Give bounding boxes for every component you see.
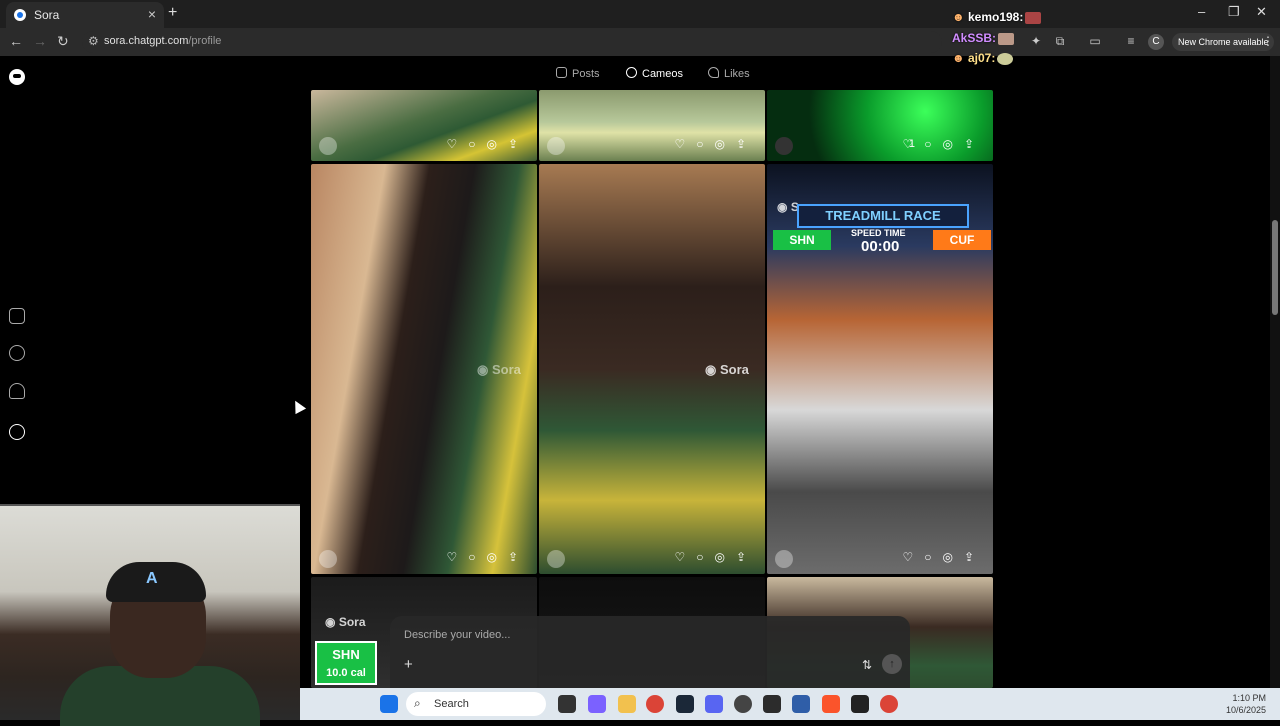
video-tile[interactable]: ♡○◎⇪ — [311, 90, 537, 161]
webcam-overlay: A — [0, 504, 300, 726]
folder-icon[interactable] — [618, 695, 636, 713]
sora-watermark: Sora — [705, 362, 749, 378]
emote-icon — [998, 32, 1015, 45]
terminal-icon[interactable] — [792, 695, 810, 713]
copilot-icon[interactable] — [588, 695, 606, 713]
tab-cameos[interactable]: Cameos — [626, 67, 683, 80]
steam-icon[interactable] — [676, 695, 694, 713]
sora-logo-icon[interactable] — [9, 69, 25, 85]
brave-icon[interactable] — [822, 695, 840, 713]
profile-tabs: Posts Cameos Likes — [550, 62, 760, 86]
cameo-icon — [626, 67, 637, 78]
tile-actions[interactable]: ♡○◎⇪ — [674, 550, 757, 564]
info-icon[interactable] — [851, 695, 869, 713]
video-tile[interactable]: ♡○◎⇪ — [539, 90, 765, 161]
notifications-bell-icon[interactable] — [9, 383, 25, 399]
chat-message: AkSSB: — [952, 31, 1015, 45]
emote-icon — [997, 52, 1014, 65]
avatar[interactable] — [547, 137, 565, 155]
treadmill-right-label: CUF — [933, 230, 991, 250]
avatar[interactable] — [775, 550, 793, 568]
extensions-puzzle-icon[interactable]: ⧉ — [1053, 34, 1067, 48]
minimize-button[interactable]: – — [1198, 4, 1205, 19]
avatar[interactable] — [319, 137, 337, 155]
taskbar-search[interactable]: ⌕ Search — [406, 692, 546, 716]
feed-icon[interactable] — [9, 308, 25, 324]
tile-actions[interactable]: ♡○◎⇪ — [446, 137, 529, 151]
chat-user: aj07: — [967, 51, 996, 65]
settings-sliders-icon[interactable]: ⇅ — [862, 658, 872, 672]
tile-actions[interactable]: ♡○◎⇪ — [902, 550, 985, 564]
chat-user: AkSSB: — [952, 31, 997, 45]
sora-watermark: Sora — [477, 362, 521, 378]
app-icon[interactable] — [763, 695, 781, 713]
prompt-composer[interactable]: Describe your video... + ⇅ ↑ — [390, 616, 910, 688]
treadmill-left-label: SHN — [773, 230, 831, 250]
treadmill-time: 00:00 — [861, 238, 900, 255]
chrome-icon[interactable] — [646, 695, 664, 713]
site-info-icon[interactable]: ⚙ — [88, 34, 99, 48]
treadmill-labels: SPEED TIME — [851, 228, 906, 238]
avatar[interactable] — [775, 137, 793, 155]
search-icon: ⌕ — [414, 696, 421, 710]
close-window-button[interactable]: ✕ — [1256, 4, 1267, 20]
tab-likes[interactable]: Likes — [708, 67, 750, 80]
avatar[interactable] — [319, 550, 337, 568]
add-attachment-button[interactable]: + — [404, 656, 413, 673]
treadmill-race-title: TREADMILL RACE — [797, 204, 969, 228]
forward-icon[interactable]: → — [33, 33, 47, 49]
send-button[interactable]: ↑ — [882, 654, 902, 674]
media-icon[interactable]: ≡ — [1124, 34, 1138, 48]
cap-logo-icon: A — [146, 570, 158, 587]
profile-icon[interactable] — [9, 424, 25, 440]
video-tile[interactable]: Sora TREADMILL RACE SHN SPEED TIME 00:00… — [767, 164, 993, 574]
tile-actions[interactable]: ♡○◎⇪ — [902, 137, 985, 151]
new-tab-button[interactable]: + — [168, 4, 177, 22]
obs-icon[interactable] — [734, 695, 752, 713]
back-icon[interactable]: ← — [9, 33, 23, 49]
browser-tab[interactable]: Sora × — [6, 2, 164, 28]
tab-close-icon[interactable]: × — [148, 6, 156, 22]
chat-message: ☻ kemo198: — [952, 10, 1042, 24]
video-tile[interactable]: Sora ♡○◎⇪ — [311, 164, 537, 574]
extension-icon[interactable]: ✦ — [1029, 34, 1043, 48]
search-icon[interactable] — [9, 345, 25, 361]
windows-start-icon[interactable] — [380, 695, 398, 713]
tab-title: Sora — [34, 8, 60, 22]
video-tile[interactable]: 1 ♡○◎⇪ — [767, 90, 993, 161]
chat-message: ☻ aj07: — [952, 51, 1014, 65]
avatar[interactable] — [547, 550, 565, 568]
cast-icon[interactable]: ▭ — [1088, 34, 1102, 48]
chrome-active-icon[interactable] — [880, 695, 898, 713]
video-tile[interactable]: Sora ♡○◎⇪ — [539, 164, 765, 574]
reload-icon[interactable]: ↻ — [57, 33, 69, 50]
play-icon — [556, 67, 567, 78]
emote-icon — [1025, 11, 1042, 24]
restore-button[interactable]: ❐ — [1228, 4, 1240, 20]
system-clock[interactable]: 1:10 PM 10/6/2025 — [1226, 692, 1266, 716]
scrollbar-thumb[interactable] — [1272, 220, 1278, 315]
tile-actions[interactable]: ♡○◎⇪ — [446, 550, 529, 564]
tab-posts[interactable]: Posts — [556, 67, 600, 80]
treadmill-left-badge: SHN 10.0 cal — [315, 641, 377, 685]
menu-kebab-icon[interactable]: ⋮ — [1262, 34, 1274, 48]
discord-icon[interactable] — [705, 695, 723, 713]
url-host: sora.chatgpt.com — [104, 35, 189, 47]
heart-icon — [708, 67, 719, 78]
chat-user: kemo198: — [967, 10, 1024, 24]
windows-taskbar: ⌕ Search 1:10 PM 10/6/2025 — [300, 688, 1280, 720]
file-icon[interactable] — [558, 695, 576, 713]
tile-actions[interactable]: ♡○◎⇪ — [674, 137, 757, 151]
profile-avatar[interactable]: C — [1148, 34, 1164, 50]
describe-video-input[interactable]: Describe your video... — [404, 629, 510, 641]
tab-strip — [0, 0, 1280, 28]
new-chrome-available-button[interactable]: New Chrome available — [1172, 33, 1274, 51]
scrollbar-track[interactable] — [1270, 56, 1280, 688]
sora-favicon-icon — [14, 9, 26, 21]
address-bar[interactable]: ⚙ sora.chatgpt.com/profile — [82, 31, 942, 53]
sora-watermark: Sora — [325, 615, 366, 629]
url-path: /profile — [188, 35, 222, 47]
